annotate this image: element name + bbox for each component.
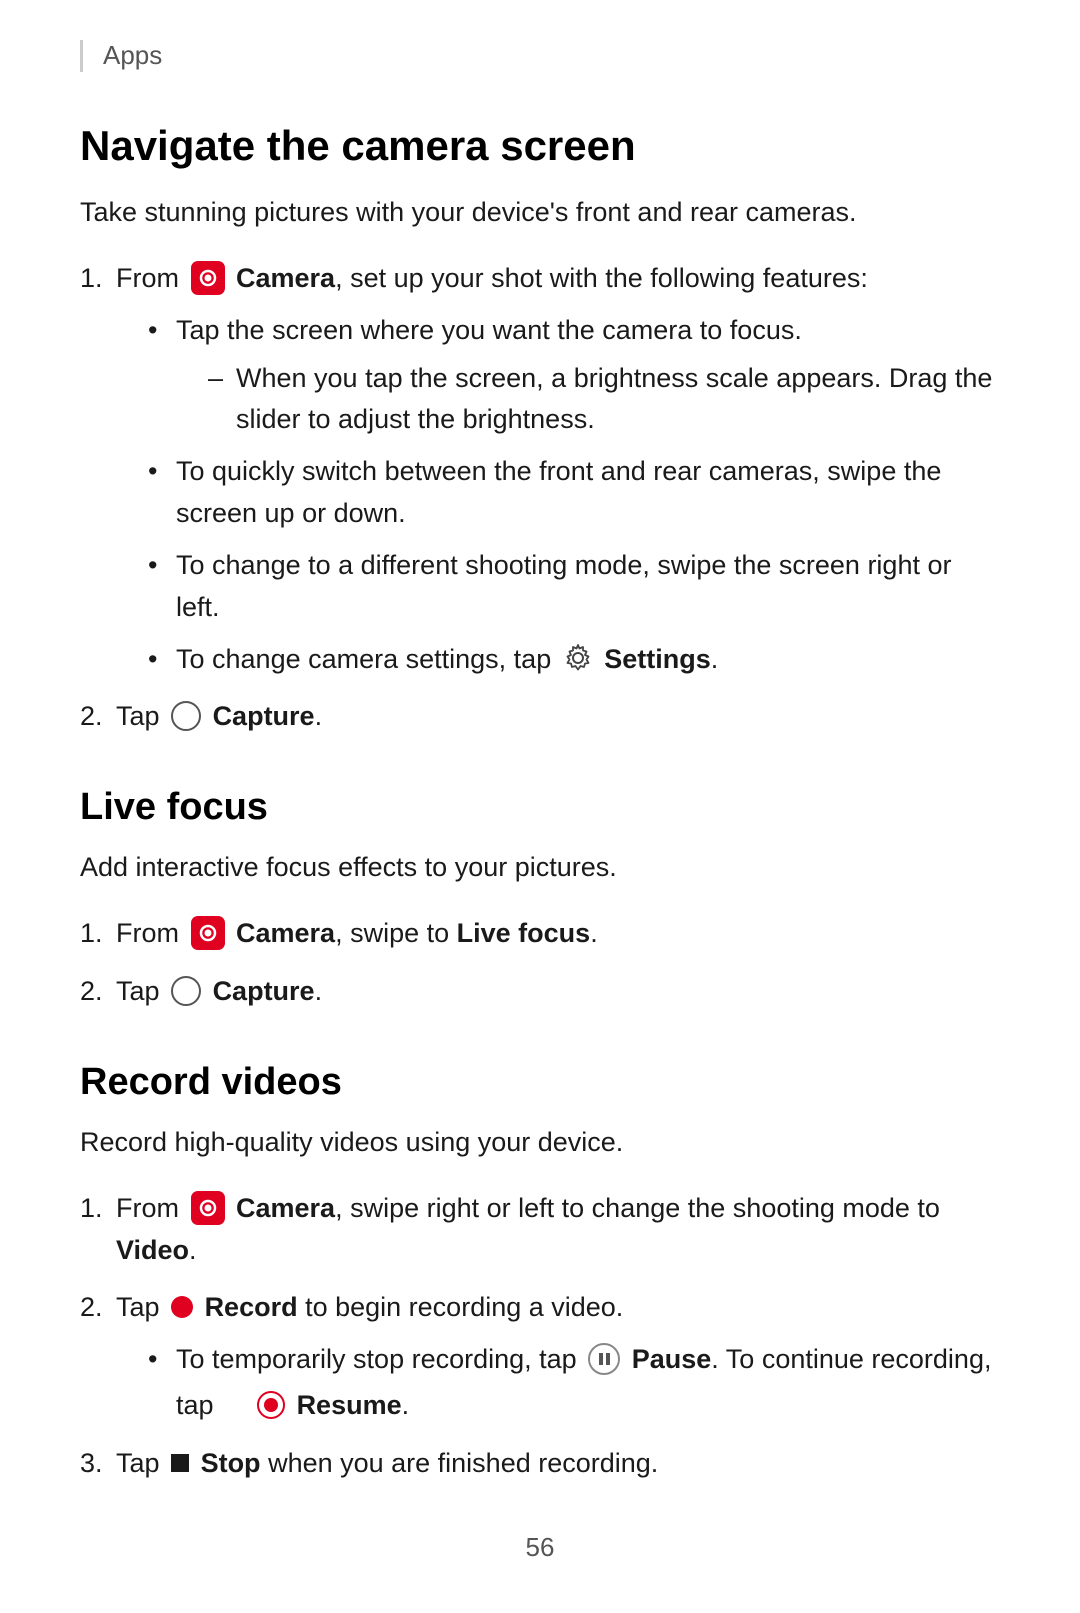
live-focus-step-1: 1. From Camera, swipe to Live focus. [80,913,1000,955]
pause-icon [588,1343,620,1375]
pause-label: Pause [632,1344,712,1374]
sub-bullets-brightness: When you tap the screen, a brightness sc… [208,358,1000,442]
resume-icon [257,1391,285,1419]
lf-step2-number: 2. [80,971,103,1013]
record-icon [171,1296,193,1318]
rv-step-3: 3. Tap Stop when you are finished record… [80,1443,1000,1485]
step2-text: Tap Capture. [116,701,322,731]
camera-icon-lf [191,916,225,950]
stop-label: Stop [201,1448,261,1478]
breadcrumb: Apps [80,40,1000,72]
record-videos-title: Record videos [80,1061,1000,1104]
record-videos-intro: Record high-quality videos using your de… [80,1122,1000,1164]
bullet-pause-resume: To temporarily stop recording, tap Pause… [148,1339,1000,1427]
page-container: Apps Navigate the camera screen Take stu… [0,0,1080,1613]
rv-step2-text: Tap Record to begin recording a video. [116,1292,623,1322]
pause-bar-2 [606,1353,610,1365]
rv-step3-text: Tap Stop when you are finished recording… [116,1448,658,1478]
live-focus-step-2: 2. Tap Capture. [80,971,1000,1013]
live-focus-mode: Live focus [457,918,591,948]
capture-label: Capture [213,701,315,731]
lf-step1-number: 1. [80,913,103,955]
live-focus-title: Live focus [80,786,1000,829]
pause-bar-1 [599,1353,603,1365]
rv-step3-number: 3. [80,1443,103,1485]
rv-step2-number: 2. [80,1287,103,1329]
bullet-shooting-mode: To change to a different shooting mode, … [148,545,1000,629]
camera-label-rv: Camera [236,1193,335,1223]
stop-icon [171,1454,189,1472]
page-number: 56 [526,1532,555,1563]
record-label: Record [205,1292,298,1322]
navigate-step-2: 2. Tap Capture. [80,696,1000,738]
settings-icon [563,643,593,673]
rv-step2-bullets: To temporarily stop recording, tap Pause… [148,1339,1000,1427]
record-videos-steps: 1. From Camera, swipe right or left to c… [80,1188,1000,1485]
rv-step-1: 1. From Camera, swipe right or left to c… [80,1188,1000,1272]
navigate-step1-bullets: Tap the screen where you want the camera… [148,310,1000,681]
resume-label: Resume [297,1390,402,1420]
section-live-focus: Live focus Add interactive focus effects… [80,786,1000,1013]
sub-bullet-brightness: When you tap the screen, a brightness sc… [208,358,1000,442]
navigate-intro: Take stunning pictures with your device'… [80,192,1000,234]
bullet-tap-focus: Tap the screen where you want the camera… [148,310,1000,442]
step-number: 1. [80,258,103,300]
section-record-videos: Record videos Record high-quality videos… [80,1061,1000,1485]
camera-label-lf: Camera [236,918,335,948]
camera-icon-rv [191,1191,225,1225]
step-text: From Camera, set up your shot with the f… [116,263,868,293]
live-focus-intro: Add interactive focus effects to your pi… [80,847,1000,889]
lf-step1-text: From Camera, swipe to Live focus. [116,918,598,948]
bullet-switch-cameras: To quickly switch between the front and … [148,451,1000,535]
bullet-settings: To change camera settings, tap Settings. [148,639,1000,681]
lf-step2-text: Tap Capture. [116,976,322,1006]
breadcrumb-text: Apps [103,40,162,70]
step-number-2: 2. [80,696,103,738]
capture-icon-lf [171,976,201,1006]
rv-step1-text: From Camera, swipe right or left to chan… [116,1193,940,1265]
capture-icon [171,701,201,731]
section-navigate: Navigate the camera screen Take stunning… [80,122,1000,738]
rv-step-2: 2. Tap Record to begin recording a video… [80,1287,1000,1427]
settings-label: Settings [604,644,711,674]
camera-app-name: Camera [236,263,335,293]
capture-label-lf: Capture [213,976,315,1006]
live-focus-steps: 1. From Camera, swipe to Live focus. 2. … [80,913,1000,1013]
navigate-steps: 1. From Camera, set up your shot with th… [80,258,1000,738]
navigate-title: Navigate the camera screen [80,122,1000,170]
camera-icon [191,261,225,295]
navigate-step-1: 1. From Camera, set up your shot with th… [80,258,1000,681]
rv-step1-number: 1. [80,1188,103,1230]
video-mode-label: Video [116,1235,189,1265]
